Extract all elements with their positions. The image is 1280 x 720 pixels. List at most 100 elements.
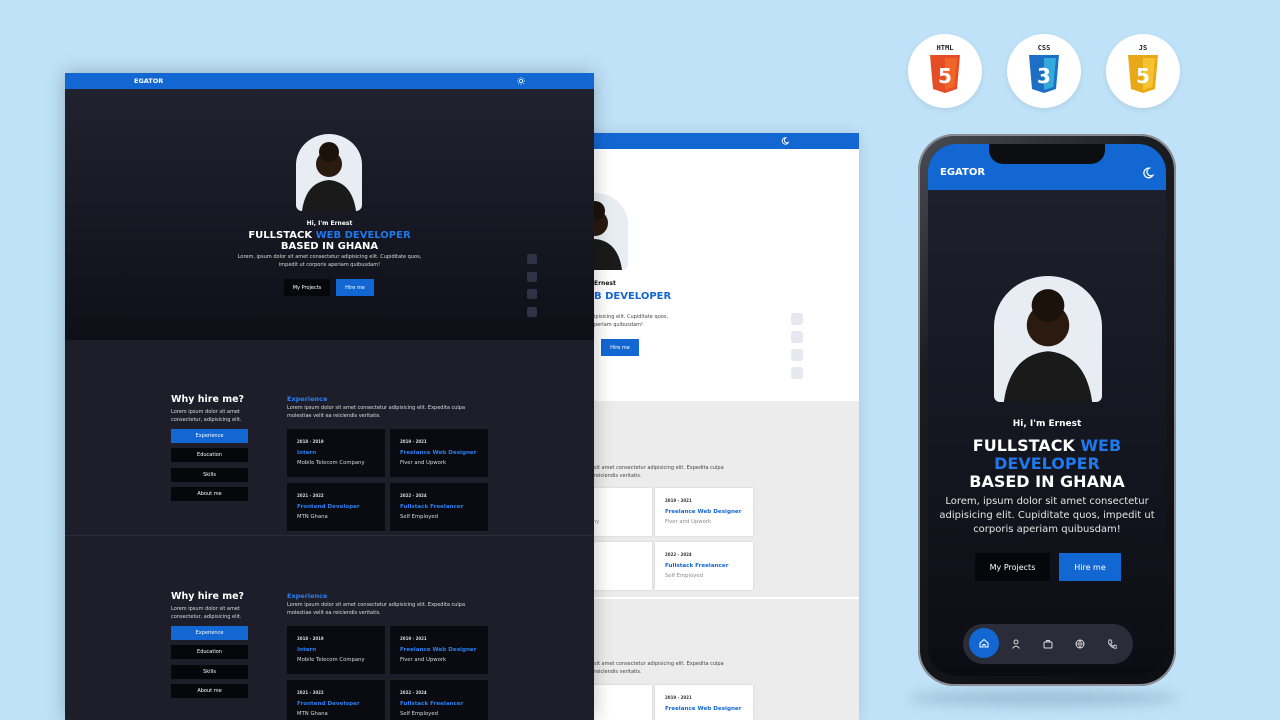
light-about-section: sit amet consectetur adipisicing elit. E… <box>548 401 859 597</box>
moon-icon[interactable] <box>1142 167 1154 179</box>
phone-desc-2: adipisicing elit. Cupiditate quos, imped… <box>939 510 1155 521</box>
html5-shield-icon: 5 <box>930 55 960 93</box>
tab-experience[interactable]: Experience <box>171 429 248 443</box>
phone-greeting: Hi, I'm Ernest <box>1012 419 1082 429</box>
about-section-2: Why hire me? Lorem ipsum dolor sit amet … <box>65 537 594 720</box>
experience-card: 2018 - 2019 Intern Mobile Telecom Company <box>287 429 385 477</box>
my-projects-button[interactable]: My Projects <box>284 279 330 296</box>
phone-hero-title: FULLSTACK WEB <box>972 436 1122 455</box>
light-social-1[interactable] <box>791 313 803 325</box>
js-label: JS <box>1138 44 1148 52</box>
experience2-desc-1: Lorem ipsum dolor sit amet consectetur a… <box>287 602 466 608</box>
light-card-4: 2022 - 2024 Fullstack Freelancer Self Empl… <box>655 542 753 590</box>
light-card-2: 2019 - 2021 Freelance Web Designer Fiver a… <box>655 488 753 536</box>
js-badge: JS 5 <box>1106 34 1180 108</box>
phone-icon[interactable] <box>1107 639 1117 649</box>
tab2-skills[interactable]: Skills <box>171 665 248 679</box>
light-about-section-2: sit amet consectetur adipisicing elit. E… <box>548 599 859 720</box>
experience-card: 2021 - 2022 Frontend Developer MTN Ghana <box>287 680 385 720</box>
about-section: Why hire me? Lorem ipsum dolor sit amet … <box>65 340 594 536</box>
html5-label: HTML <box>936 44 954 52</box>
experience-card: 2019 - 2021 Freelance Web Designer Fiver a… <box>390 429 488 477</box>
experience-desc-1: Lorem ipsum dolor sit amet consectetur a… <box>287 405 466 411</box>
nav-home[interactable] <box>969 628 999 658</box>
experience-card: 2019 - 2021 Freelance Web Designer Fiver a… <box>390 626 488 674</box>
about-sub-2: consectetur, adipisicing elit. <box>171 417 242 423</box>
hero-title: FULLSTACK WEB DEVELOPER <box>248 230 411 241</box>
light-hero-title-line2 <box>594 302 597 313</box>
light-hero-desc-2: perlam quibusdam! <box>594 322 644 328</box>
hire-me-button[interactable]: Hire me <box>336 279 374 296</box>
about-heading: Why hire me? <box>171 394 245 405</box>
light-desktop-preview: Ernest B DEVELOPER ipisicing elit. Cupid… <box>548 133 859 720</box>
experience2-desc-2: molestiae velit ea reiciendis veritatis. <box>287 610 381 616</box>
social-3[interactable] <box>527 289 537 299</box>
sun-icon[interactable] <box>517 77 525 85</box>
light-hero-desc-1: ipisicing elit. Cupiditate quos, <box>594 314 669 320</box>
phone-hero-title-2: DEVELOPER <box>994 454 1100 473</box>
phone-profile-photo <box>994 276 1102 402</box>
hero-greeting: Hi, I'm Ernest <box>306 220 353 227</box>
phone-desc-3: corporis aperiam quibusdam! <box>973 524 1121 535</box>
dark-navbar: EGATOR <box>65 73 594 89</box>
light-hire-button[interactable]: Hire me <box>601 339 639 356</box>
briefcase-icon[interactable] <box>1043 639 1053 649</box>
home-icon <box>979 638 989 648</box>
about2-heading: Why hire me? <box>171 591 245 602</box>
phone-my-projects-button[interactable]: My Projects <box>975 553 1050 581</box>
light-hero-title: B DEVELOPER <box>594 291 672 302</box>
social-1[interactable] <box>527 254 537 264</box>
moon-icon[interactable] <box>781 137 789 145</box>
phone-brand-logo[interactable]: EGATOR <box>940 167 985 178</box>
phone-screen: EGATOR Hi, I'm Ernest FULLSTACK WEB DEVE… <box>928 144 1166 676</box>
experience-card: 2022 - 2024 Fullstack Freelancer Self Empl… <box>390 680 488 720</box>
hero-desc-1: Lorem, ipsum dolor sit amet consectetur … <box>237 254 422 260</box>
dark-hero: Hi, I'm Ernest FULLSTACK WEB DEVELOPER B… <box>65 89 594 340</box>
light-social-3[interactable] <box>791 349 803 361</box>
phone-shadow <box>908 690 1178 706</box>
user-icon[interactable] <box>1011 639 1021 649</box>
about2-sub-1: Lorem ipsum dolor sit amet <box>171 606 240 612</box>
tab-skills[interactable]: Skills <box>171 468 248 482</box>
light-about2-desc-2: reiciendis veritatis. <box>594 669 642 675</box>
light-about-desc-2: reiciendis veritatis. <box>594 473 642 479</box>
phone-hero-title-3: BASED IN GHANA <box>969 472 1125 491</box>
light-card-6: 2019 - 2021 Freelance Web Designer <box>655 685 753 720</box>
light-navbar <box>548 133 859 149</box>
phone-hero: Hi, I'm Ernest FULLSTACK WEB DEVELOPER B… <box>928 190 1166 676</box>
globe-icon[interactable] <box>1075 639 1085 649</box>
brand-logo[interactable]: EGATOR <box>134 77 163 85</box>
svg-text:5: 5 <box>938 64 952 88</box>
hero-desc-2: impedit ut corporis aperiam quibusdam! <box>278 262 381 268</box>
tab2-education[interactable]: Education <box>171 645 248 659</box>
tab-education[interactable]: Education <box>171 448 248 462</box>
svg-text:5: 5 <box>1136 64 1150 88</box>
about2-sub-2: consectetur, adipisicing elit. <box>171 614 242 620</box>
css3-badge: CSS 3 <box>1007 34 1081 108</box>
light-social-4[interactable] <box>791 367 803 379</box>
about-sub-1: Lorem ipsum dolor sit amet <box>171 409 240 415</box>
experience-desc-2: molestiae velit ea reiciendis veritatis. <box>287 413 381 419</box>
phone-hire-me-button[interactable]: Hire me <box>1059 553 1121 581</box>
experience-title: Experience <box>287 395 328 403</box>
html5-badge: HTML 5 <box>908 34 982 108</box>
light-social-2[interactable] <box>791 331 803 343</box>
tab-about-me[interactable]: About me <box>171 487 248 501</box>
light-about-desc-1: sit amet consectetur adipisicing elit. E… <box>594 465 724 471</box>
experience-card: 2018 - 2019 Intern Mobile Telecom Company <box>287 626 385 674</box>
tab2-experience[interactable]: Experience <box>171 626 248 640</box>
social-4[interactable] <box>527 307 537 317</box>
css3-shield-icon: 3 <box>1029 55 1059 93</box>
js-shield-icon: 5 <box>1128 55 1158 93</box>
phone-bottom-nav <box>963 624 1133 664</box>
experience-card: 2021 - 2022 Frontend Developer MTN Ghana <box>287 483 385 531</box>
social-2[interactable] <box>527 272 537 282</box>
light-greeting: Ernest <box>594 280 616 287</box>
tab2-about-me[interactable]: About me <box>171 684 248 698</box>
phone-notch <box>989 144 1105 164</box>
phone-desc-1: Lorem, ipsum dolor sit amet consectetur <box>945 496 1149 507</box>
experience-card: 2022 - 2024 Fullstack Freelancer Self Empl… <box>390 483 488 531</box>
css3-label: CSS <box>1037 44 1051 52</box>
light-hero: Ernest B DEVELOPER ipisicing elit. Cupid… <box>548 149 859 401</box>
hero-title-line2: BASED IN GHANA <box>280 241 379 252</box>
